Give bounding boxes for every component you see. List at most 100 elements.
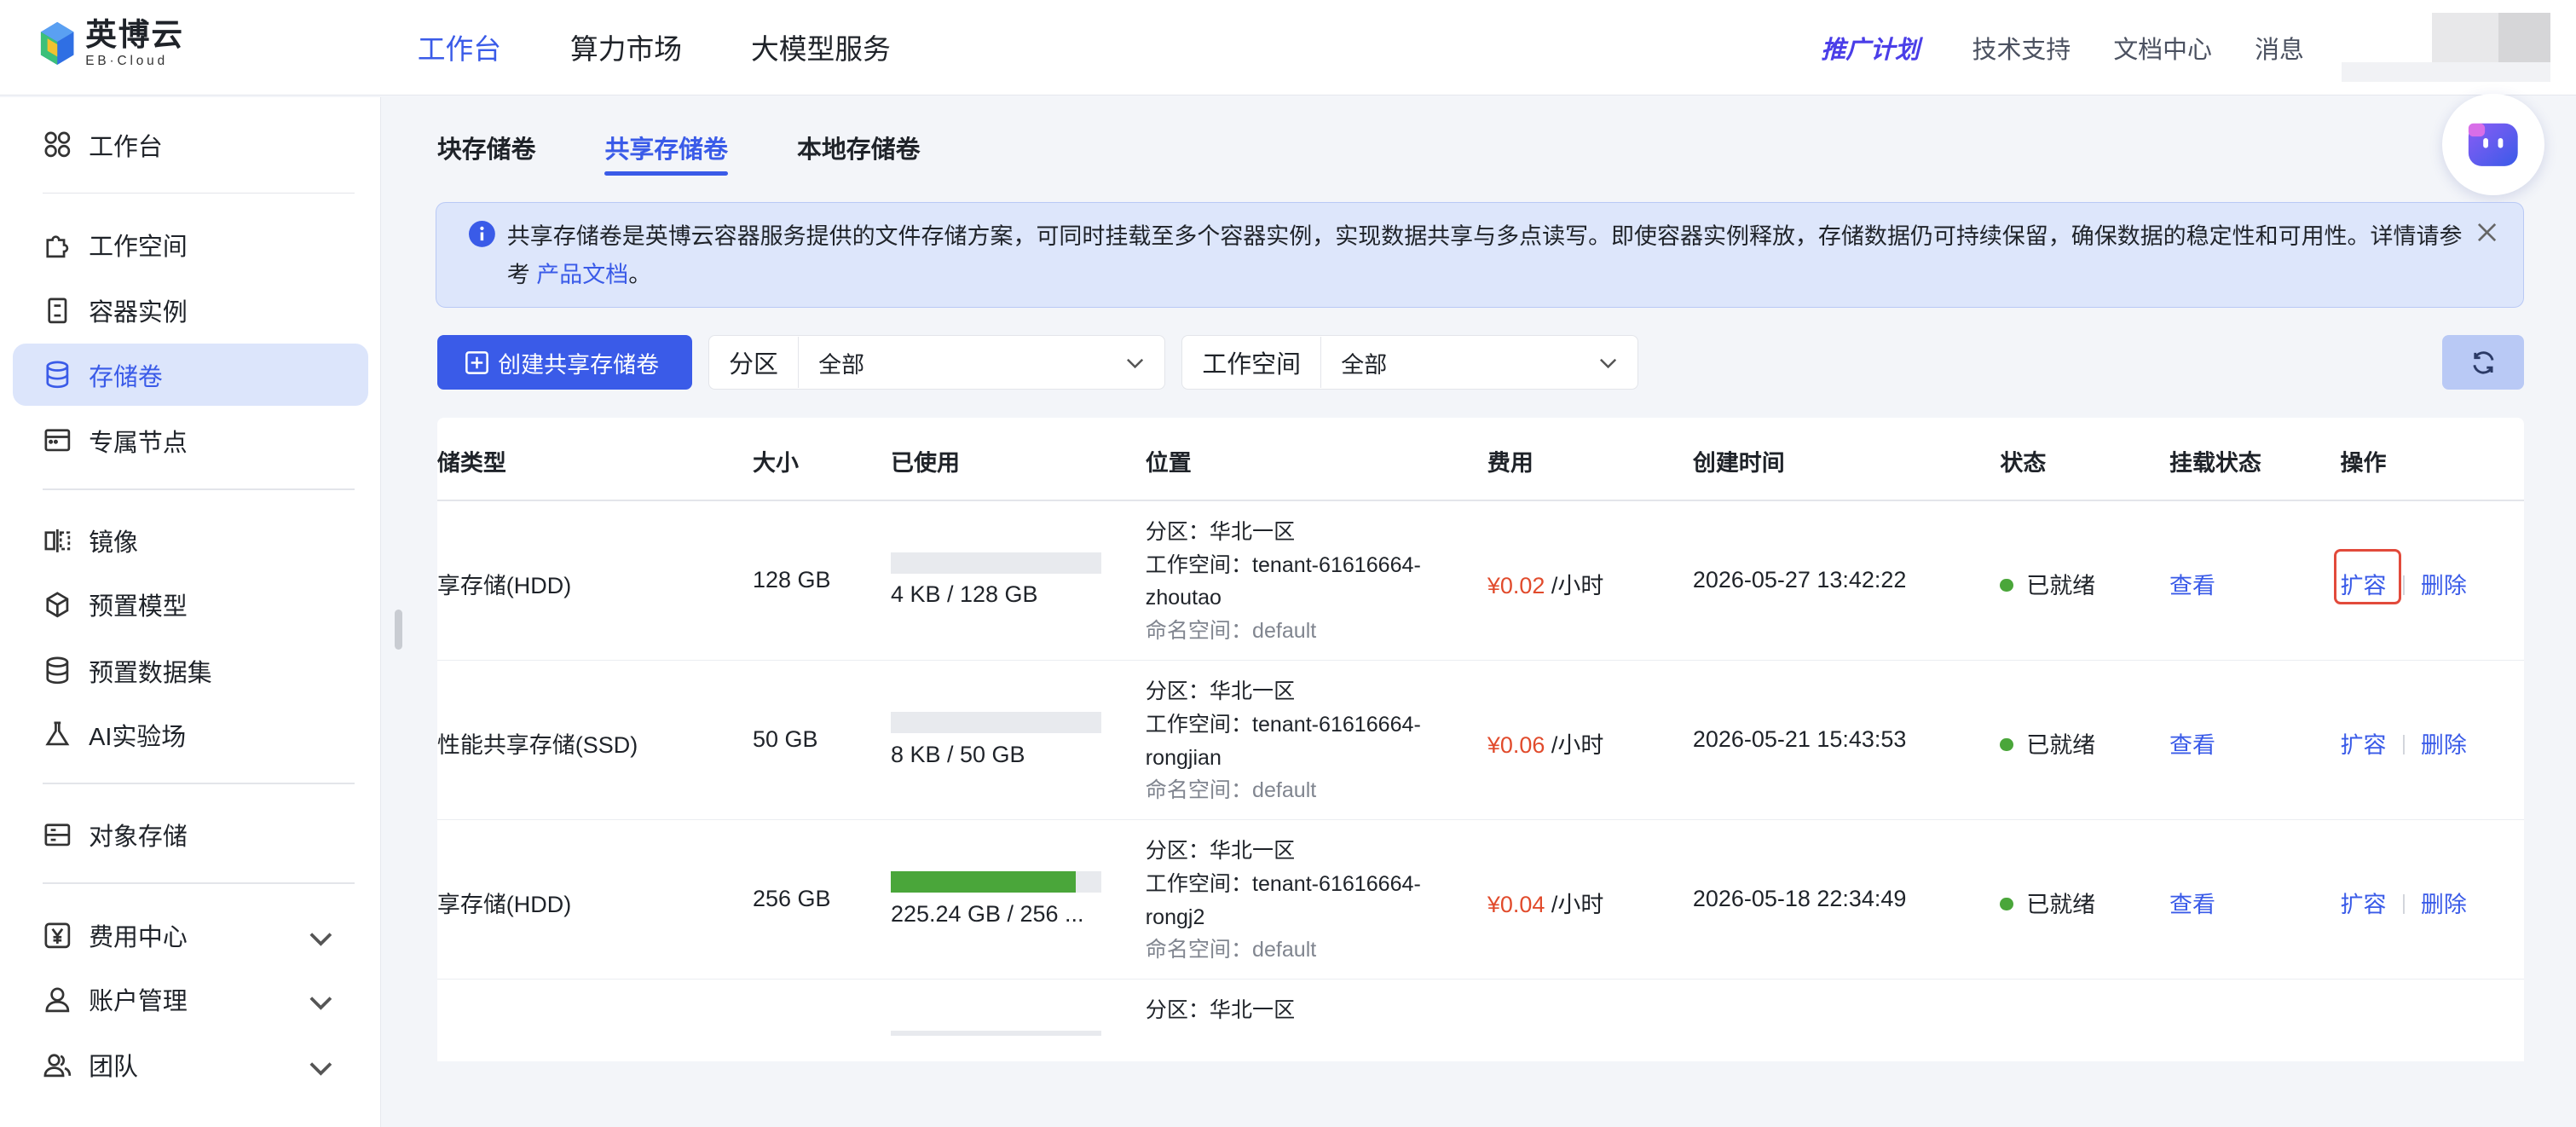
sidebar-item-object-storage[interactable]: 对象存储	[13, 804, 367, 866]
object-storage-icon	[44, 824, 71, 847]
sidebar-item-team[interactable]: 团队	[13, 1034, 367, 1096]
notice-text: 共享存储卷是英博云容器服务提供的文件存储方案，可同时挂载至多个容器实例，实现数据…	[507, 217, 2480, 293]
cell-used: 4 KB / 128 GB	[890, 581, 1038, 608]
expand-link[interactable]: 扩容	[2340, 573, 2386, 598]
logo[interactable]: 英博云 EB·Cloud	[39, 19, 184, 67]
table-row: 享存储(HDD) 256 GB 225.24 GB / 256 ... 分区：华…	[436, 820, 2525, 980]
expand-link[interactable]: 扩容	[2340, 732, 2386, 758]
table-row: 性能共享存储(SSD) 50 GB 8 KB / 50 GB 分区：华北一区 工…	[436, 661, 2525, 821]
top-bar: 英博云 EB·Cloud 工作台 算力市场 大模型服务 推广计划 技术支持 文档…	[0, 0, 2576, 95]
refresh-button[interactable]	[2442, 335, 2525, 390]
cell-size: 128 GB	[753, 567, 831, 593]
location-workspace: 工作空间：tenant-61616664-	[1145, 712, 1421, 737]
delete-link[interactable]: 删除	[2421, 892, 2467, 917]
sidebar-item-dedicated-node[interactable]: 专属节点	[13, 409, 367, 471]
cell-size: 50 GB	[753, 726, 818, 753]
top-nav: 工作台 算力市场 大模型服务	[418, 0, 960, 95]
sidebar-item-label: 工作空间	[89, 234, 188, 262]
partition-filter[interactable]: 分区 全部	[708, 335, 1165, 390]
sidebar-item-preset-dataset[interactable]: 预置数据集	[13, 639, 367, 702]
nav-llm-service[interactable]: 大模型服务	[751, 27, 891, 67]
close-icon[interactable]	[2477, 223, 2497, 242]
notice-suffix: 。	[628, 261, 652, 287]
tech-support-link[interactable]: 技术支持	[1972, 30, 2071, 66]
user-name-placeholder	[2342, 62, 2551, 83]
cell-type: 性能共享存储(SSD)	[436, 732, 638, 759]
sidebar-item-label: 对象存储	[89, 824, 188, 852]
location-partition: 分区：华北一区	[1145, 679, 1296, 704]
mirror-icon	[44, 529, 71, 552]
sidebar-item-container[interactable]: 容器实例	[13, 280, 367, 342]
ops-divider	[2402, 575, 2405, 596]
cell-created: 2026-05-27 13:42:22	[1692, 567, 1907, 593]
usage-fill	[890, 870, 1077, 893]
table-row: 享存储(HDD) 128 GB 4 KB / 128 GB 分区：华北一区 工作…	[436, 501, 2525, 662]
docs-link[interactable]: 文档中心	[2113, 30, 2212, 66]
usage-bar	[890, 552, 1101, 574]
col-header-created: 创建时间	[1692, 449, 1785, 476]
workspace-filter-label: 工作空间	[1182, 337, 1322, 388]
cell-location: 分区：华北一区 工作空间：tenant-61616664- zhoutao 命名…	[1146, 516, 1458, 647]
cell-created: 2026-05-18 22:34:49	[1692, 886, 1907, 912]
sidebar-item-preset-model[interactable]: 预置模型	[13, 574, 367, 636]
flask-icon	[45, 721, 70, 746]
sidebar-item-workbench[interactable]: 工作台	[13, 113, 367, 176]
col-header-status: 状态	[2000, 449, 2047, 476]
grid-icon	[44, 131, 71, 158]
sidebar-item-image[interactable]: 镜像	[13, 510, 367, 572]
price: ¥0.04	[1487, 892, 1545, 918]
create-shared-storage-button[interactable]: 创建共享存储卷	[436, 335, 692, 390]
delete-link[interactable]: 删除	[2421, 573, 2467, 598]
status-dot	[2000, 578, 2013, 592]
table-row: 分区：华北一区	[437, 980, 2525, 1061]
workspace-filter[interactable]: 工作空间 全部	[1181, 335, 1639, 390]
cell-ops: 扩容 删除	[2340, 886, 2466, 919]
cell-status: 已就绪	[2000, 726, 2095, 760]
sidebar-item-workspace[interactable]: 工作空间	[13, 214, 367, 276]
cell-size: 256 GB	[753, 886, 831, 912]
view-mount-link[interactable]: 查看	[2169, 886, 2215, 919]
sidebar-item-account[interactable]: 账户管理	[13, 968, 367, 1031]
view-mount-link[interactable]: 查看	[2169, 726, 2215, 760]
tab-local-storage[interactable]: 本地存储卷	[797, 97, 921, 176]
status-text: 已就绪	[2026, 892, 2096, 918]
delete-link[interactable]: 删除	[2421, 732, 2467, 758]
promo-link[interactable]: 推广计划	[1821, 30, 1920, 66]
partition-filter-label: 分区	[709, 337, 800, 388]
sidebar-resize-handle[interactable]	[394, 610, 403, 650]
product-docs-link[interactable]: 产品文档	[536, 262, 628, 287]
cell-created: 2026-05-21 15:43:53	[1692, 726, 1907, 753]
dataset-icon	[46, 656, 69, 685]
nav-compute-market[interactable]: 算力市场	[570, 27, 682, 67]
location-namespace: 命名空间：default	[1145, 778, 1317, 803]
location-workspace: 工作空间：tenant-61616664-	[1145, 871, 1421, 896]
sidebar-divider	[43, 192, 355, 194]
tab-shared-storage[interactable]: 共享存储卷	[604, 97, 728, 176]
expand-link[interactable]: 扩容	[2340, 892, 2386, 917]
yen-icon	[44, 922, 71, 948]
location-workspace-cont: zhoutao	[1145, 586, 1222, 610]
messages-link[interactable]: 消息	[2255, 30, 2304, 66]
col-header-size: 大小	[753, 449, 799, 476]
sidebar-item-label: 镜像	[89, 529, 138, 558]
storage-table: 储类型 大小 已使用 位置 费用 创建时间 状态 挂载状态 操作 享存储(HDD…	[436, 417, 2525, 1062]
view-mount-link[interactable]: 查看	[2169, 567, 2215, 600]
location-workspace-cont: rongj2	[1145, 904, 1205, 929]
sidebar-item-label: 预置数据集	[89, 659, 212, 687]
chevron-down-icon	[1126, 358, 1143, 368]
sidebar-item-storage[interactable]: 存储卷	[13, 343, 368, 407]
price-unit: /小时	[1545, 732, 1604, 759]
container-icon	[48, 298, 67, 324]
location-partition: 分区：华北一区	[1145, 839, 1296, 864]
col-header-fee: 费用	[1487, 449, 1533, 476]
sidebar-item-label: 费用中心	[89, 924, 188, 952]
sidebar-item-label: 存储卷	[89, 363, 163, 391]
sidebar-divider	[43, 488, 355, 490]
assistant-bot-button[interactable]	[2442, 93, 2544, 196]
sidebar-item-billing[interactable]: 费用中心	[13, 904, 367, 966]
cell-type: 享存储(HDD)	[436, 573, 572, 599]
cell-location: 分区：华北一区	[1146, 994, 1458, 1027]
sidebar-item-ai-lab[interactable]: AI实验场	[13, 703, 367, 766]
nav-workbench[interactable]: 工作台	[418, 27, 501, 67]
tab-block-storage[interactable]: 块存储卷	[437, 97, 536, 176]
